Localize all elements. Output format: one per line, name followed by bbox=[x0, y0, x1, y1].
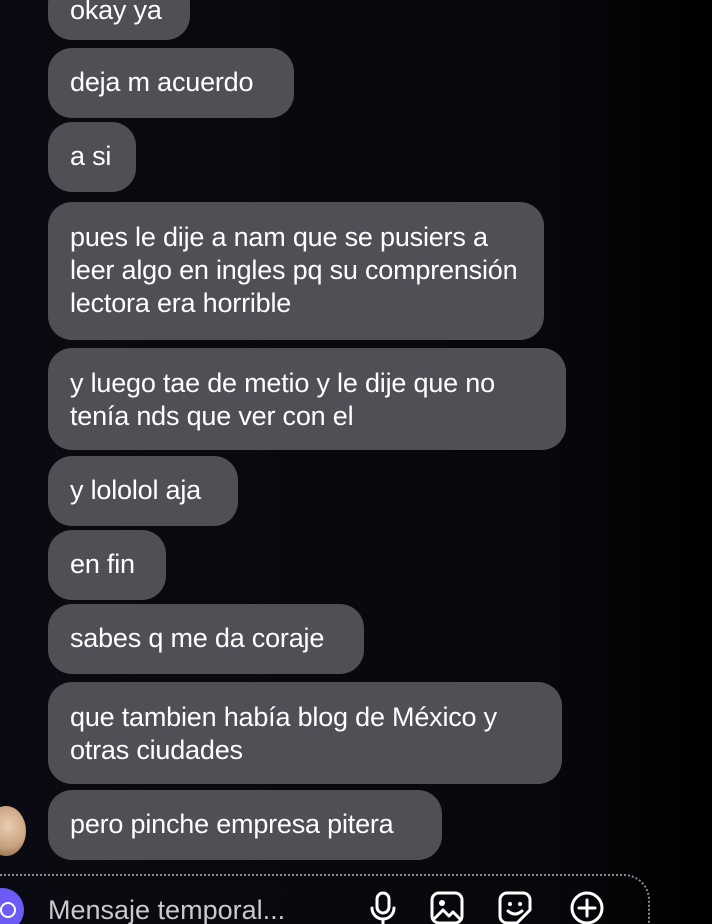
message-bubble[interactable]: y lololol aja bbox=[48, 456, 238, 526]
message-bubble[interactable]: pero pinche empresa pitera bbox=[48, 790, 442, 860]
message-text: que tambien había blog de México y otras… bbox=[70, 702, 497, 765]
message-bubble[interactable]: y luego tae de metio y le dije que no te… bbox=[48, 348, 566, 450]
message-input[interactable] bbox=[48, 892, 348, 924]
chat-screen: okay ya deja m acuerdo a si pues le dije… bbox=[0, 0, 712, 924]
sticker-icon[interactable] bbox=[496, 889, 534, 924]
message-text: sabes q me da coraje bbox=[70, 623, 325, 653]
microphone-icon[interactable] bbox=[364, 889, 402, 924]
message-text: okay ya bbox=[70, 0, 162, 25]
message-bubble[interactable]: a si bbox=[48, 122, 136, 192]
message-text: pues le dije a nam que se pusiers a leer… bbox=[70, 222, 518, 318]
message-bubble[interactable]: que tambien había blog de México y otras… bbox=[48, 682, 562, 784]
message-text: deja m acuerdo bbox=[70, 67, 254, 97]
message-bubble[interactable]: okay ya bbox=[48, 0, 190, 40]
gallery-icon[interactable] bbox=[428, 889, 466, 924]
message-bubble[interactable]: sabes q me da coraje bbox=[48, 604, 364, 674]
message-text: a si bbox=[70, 141, 112, 171]
message-bubble[interactable]: en fin bbox=[48, 530, 166, 600]
message-text: en fin bbox=[70, 549, 135, 579]
sender-avatar[interactable] bbox=[0, 806, 26, 856]
message-text: y luego tae de metio y le dije que no te… bbox=[70, 368, 495, 431]
message-bubble[interactable]: pues le dije a nam que se pusiers a leer… bbox=[48, 202, 544, 340]
add-icon[interactable] bbox=[568, 889, 606, 924]
message-text: pero pinche empresa pitera bbox=[70, 809, 394, 839]
message-bubble[interactable]: deja m acuerdo bbox=[48, 48, 294, 118]
message-text: y lololol aja bbox=[70, 475, 201, 505]
